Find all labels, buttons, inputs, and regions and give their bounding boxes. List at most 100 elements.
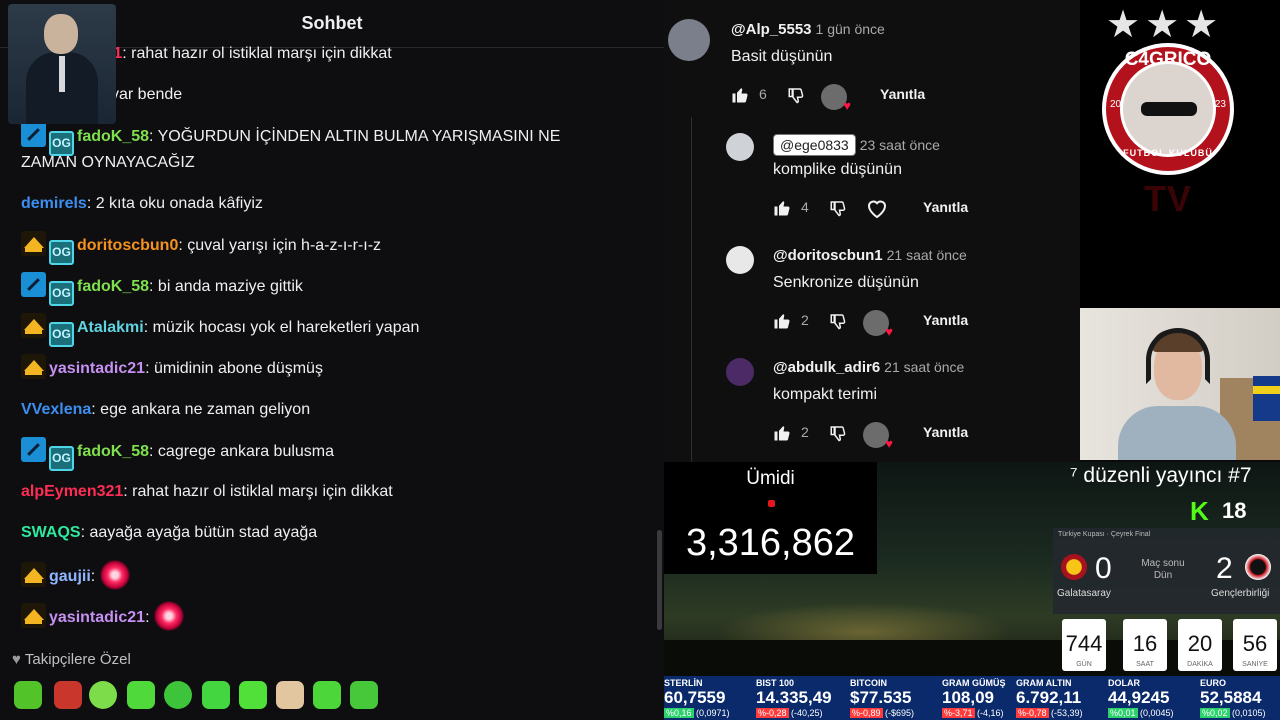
chat-username[interactable]: SWAQS xyxy=(21,524,81,541)
chat-message: OG doritoscbun0: çuval yarışı için h-a-z-… xyxy=(21,231,641,265)
countdown-value: 20 xyxy=(1187,631,1213,656)
thumbs-down-icon[interactable] xyxy=(829,199,847,217)
chat-username[interactable]: alpEymen321 xyxy=(21,483,123,500)
comment-username-text[interactable]: @abdulk_adir6 xyxy=(773,359,880,376)
chat-message-text: : ümidinin abone düşmüş xyxy=(145,360,323,377)
chat-message-continued: ZAMAN OYNAYACAĞIZ xyxy=(21,154,195,171)
emote-angel-icon[interactable] xyxy=(14,681,42,709)
market-change-percent: %0,02 xyxy=(1200,708,1230,718)
thumbs-down-icon[interactable] xyxy=(787,86,805,104)
comment-username-text[interactable]: @Alp_5553 xyxy=(731,21,812,38)
chat-message-text: : rahat hazır ol istiklal marşı için dik… xyxy=(123,483,393,500)
comment-timestamp[interactable]: 21 saat önce xyxy=(887,247,967,263)
market-change-amount: (0,0045) xyxy=(1137,708,1174,718)
emote-skull-icon[interactable] xyxy=(89,681,117,709)
comment-timestamp[interactable]: 21 saat önce xyxy=(884,359,964,375)
reply-button[interactable]: Yanıtla xyxy=(923,312,968,328)
comment-text: Senkronize düşünün xyxy=(773,274,919,291)
emote-grin-icon[interactable] xyxy=(127,681,155,709)
chat-username[interactable]: doritoscbun0 xyxy=(77,237,178,254)
market-change-amount: (-4,16) xyxy=(974,708,1004,718)
comment-actions: 4 Yanıtla xyxy=(773,197,1033,221)
comment-username[interactable]: @abdulk_adir6 21 saat önce xyxy=(773,359,964,376)
countdown-box: 20 DAKİKA xyxy=(1178,619,1222,671)
away-team-name: Gençlerbirliği xyxy=(1211,588,1270,599)
emote-wink-icon[interactable] xyxy=(313,681,341,709)
chat-username[interactable]: fadoK_58 xyxy=(77,278,149,295)
chat-username[interactable]: yasintadic21 xyxy=(49,360,145,377)
emote-angry-icon[interactable] xyxy=(54,681,82,709)
comment-username[interactable]: @Alp_5553 1 gün önce xyxy=(731,21,885,38)
market-name: EURO xyxy=(1200,678,1227,688)
comment-timestamp[interactable]: 1 gün önce xyxy=(816,21,885,37)
market-value: 6.792,11 xyxy=(1016,688,1082,707)
reply-button[interactable]: Yanıtla xyxy=(923,199,968,215)
comment-username-text[interactable]: @ege0833 xyxy=(773,134,856,156)
market-change: %0,02 (0,0105) xyxy=(1200,708,1266,718)
counter-value: 3,316,862 xyxy=(685,522,856,564)
away-score: 2 xyxy=(1216,552,1233,585)
thumbs-down-icon[interactable] xyxy=(829,424,847,442)
commenter-avatar[interactable] xyxy=(726,133,754,161)
market-change: %0,16 (0,0971) xyxy=(664,708,730,718)
portrait-head xyxy=(44,14,78,54)
comment-username[interactable]: @ege0833 23 saat önce xyxy=(773,134,940,156)
follower-only-text: Takipçilere Özel xyxy=(24,651,131,668)
crown-icon xyxy=(21,231,46,256)
club-logo: C4GRICO 20 23 FUTBOL KULÜBÜ xyxy=(1102,43,1234,175)
kick-logo-icon: K xyxy=(1190,496,1209,526)
emote-headphones-icon[interactable] xyxy=(164,681,192,709)
chat-message: demirels: 2 kıta oku onada kâfiyiz xyxy=(21,190,641,218)
emote-smile-icon[interactable] xyxy=(202,681,230,709)
thumbs-up-icon[interactable] xyxy=(773,424,791,442)
chat-message-text: : aayağa ayağa bütün stad ayağa xyxy=(80,524,318,541)
market-value: 44,9245 xyxy=(1108,688,1170,707)
market-value: 60,7559 xyxy=(664,688,726,707)
chat-username[interactable]: gaujii xyxy=(49,568,91,585)
chat-username[interactable]: yasintadic21 xyxy=(49,609,145,626)
emote-heart-eyes-icon[interactable] xyxy=(350,681,378,709)
thumbs-up-icon[interactable] xyxy=(731,86,749,104)
comment-username-text[interactable]: @doritoscbun1 xyxy=(773,247,883,264)
stream-title: ⁷ düzenli yayıncı #7 xyxy=(1070,464,1252,487)
chat-username[interactable]: Atalakmi xyxy=(77,319,144,336)
thumbs-up-icon[interactable] xyxy=(773,312,791,330)
genclerbirligi-logo-icon xyxy=(1245,554,1271,580)
reply-button[interactable]: Yanıtla xyxy=(880,86,925,102)
creator-heart-avatar: ♥ xyxy=(821,84,851,113)
chat-username[interactable]: VVexlena xyxy=(21,401,91,418)
comment-timestamp[interactable]: 23 saat önce xyxy=(860,137,940,153)
heart-icon: ♥ xyxy=(12,651,21,668)
chat-username[interactable]: fadoK_58 xyxy=(77,443,149,460)
countdown-value: 16 xyxy=(1132,631,1158,656)
comments-panel: @Alp_5553 1 gün önce Basit düşünün 6 ♥ Yanıtl… xyxy=(664,0,1080,462)
thumbs-up-icon[interactable] xyxy=(773,199,791,217)
market-change: %0,01 (0,0045) xyxy=(1108,708,1174,718)
commenter-avatar[interactable] xyxy=(668,19,710,61)
market-change: %-0,28 (-40,25) xyxy=(756,708,823,718)
heart-icon: ♥ xyxy=(885,324,893,339)
commenter-avatar[interactable] xyxy=(726,358,754,386)
countdown-label: GÜN xyxy=(1076,661,1092,668)
market-name: BITCOIN xyxy=(850,678,887,688)
emote-thumb-icon[interactable] xyxy=(239,681,267,709)
market-value: 108,09 xyxy=(942,688,994,707)
logo-glasses xyxy=(1141,102,1197,116)
moderator-sword-icon xyxy=(21,437,46,462)
comment-username[interactable]: @doritoscbun1 21 saat önce xyxy=(773,247,967,264)
thumbs-down-icon[interactable] xyxy=(829,312,847,330)
headset-icon xyxy=(1146,328,1210,384)
countdown-label: SAAT xyxy=(1136,661,1154,668)
market-change-percent: %-0,78 xyxy=(1016,708,1049,718)
commenter-avatar[interactable] xyxy=(726,246,754,274)
like-count: 6 xyxy=(759,86,767,102)
heart-outline-icon[interactable] xyxy=(865,196,889,220)
follower-only-label: ♥ Takipçilere Özel xyxy=(12,651,131,668)
crown-icon xyxy=(21,562,46,587)
chat-username[interactable]: fadoK_58 xyxy=(77,128,149,145)
emote-laugh-icon[interactable] xyxy=(276,681,304,709)
reply-button[interactable]: Yanıtla xyxy=(923,424,968,440)
chat-scrollbar[interactable] xyxy=(657,530,662,630)
market-change-percent: %-0,28 xyxy=(756,708,789,718)
chat-username[interactable]: demirels xyxy=(21,195,87,212)
